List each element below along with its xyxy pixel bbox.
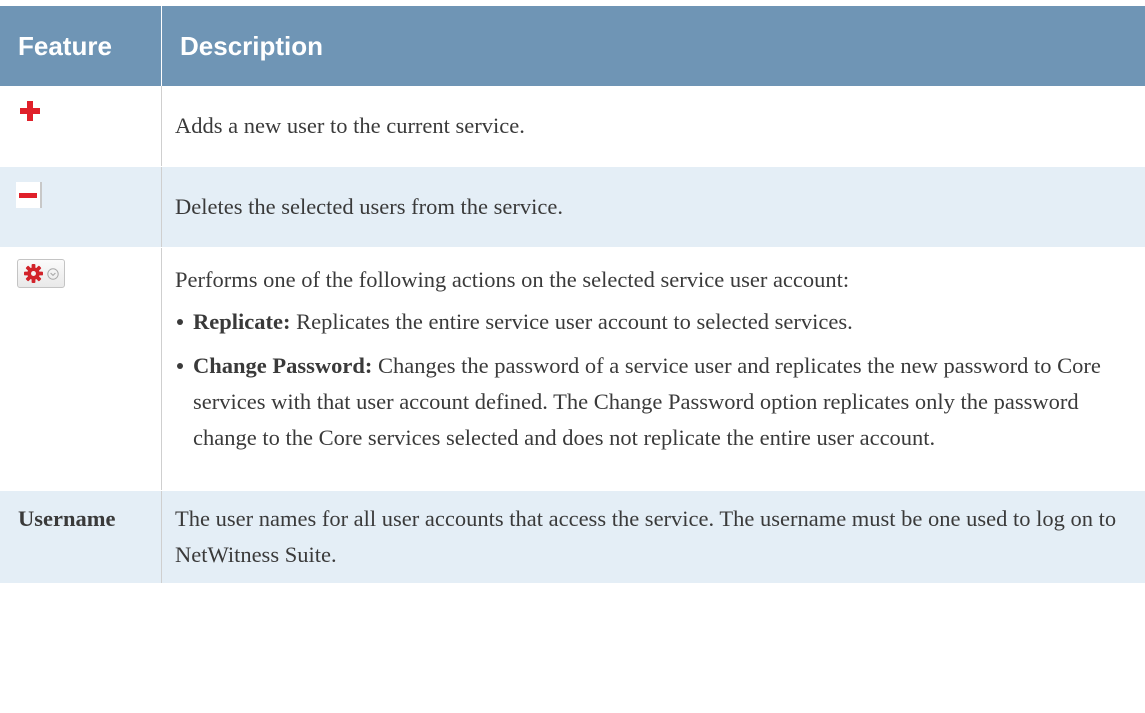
description-delete: Deletes the selected users from the serv…: [175, 194, 563, 219]
description-username: The user names for all user accounts tha…: [175, 506, 1117, 567]
bullet: [177, 319, 183, 325]
feature-cell-add: [0, 86, 162, 167]
description-cell-delete: Deletes the selected users from the serv…: [161, 166, 1145, 248]
minus-icon: [19, 193, 37, 198]
feature-cell-username: Username: [0, 490, 162, 584]
delete-button[interactable]: [16, 182, 42, 208]
feature-cell-actions: [0, 247, 162, 491]
table-row-delete: Deletes the selected users from the serv…: [0, 166, 1145, 248]
feature-table: Feature Description Adds a new user to t…: [0, 6, 1145, 584]
table-header-row: Feature Description: [0, 6, 1145, 86]
plus-icon[interactable]: [20, 101, 40, 121]
gear-icon: [24, 264, 43, 283]
table-row-actions: Performs one of the following actions on…: [0, 247, 1145, 491]
bullet: [177, 363, 183, 369]
option-name-change-password: Change Password:: [193, 353, 373, 378]
action-options-list: Replicate: Replicates the entire service…: [175, 304, 1145, 456]
description-cell-add: Adds a new user to the current service.: [161, 86, 1145, 167]
description-actions: Performs one of the following actions on…: [175, 267, 850, 292]
option-name-replicate: Replicate:: [193, 309, 291, 334]
description-cell-actions: Performs one of the following actions on…: [161, 247, 1145, 491]
chevron-down-icon: [47, 268, 59, 280]
list-item-replicate: Replicate: Replicates the entire service…: [175, 304, 1145, 340]
list-item-change-password: Change Password: Changes the password of…: [175, 348, 1145, 456]
option-text-replicate: Replicates the entire service user accou…: [290, 309, 853, 334]
header-description: Description: [161, 6, 1145, 86]
feature-label-username: Username: [18, 506, 116, 531]
header-feature: Feature: [0, 6, 162, 86]
table-row-add: Adds a new user to the current service.: [0, 86, 1145, 167]
feature-cell-delete: [0, 166, 162, 248]
actions-menu-button[interactable]: [17, 259, 65, 288]
description-add: Adds a new user to the current service.: [175, 113, 525, 138]
description-cell-username: The user names for all user accounts tha…: [161, 490, 1145, 584]
table-row-username: Username The user names for all user acc…: [0, 490, 1145, 584]
